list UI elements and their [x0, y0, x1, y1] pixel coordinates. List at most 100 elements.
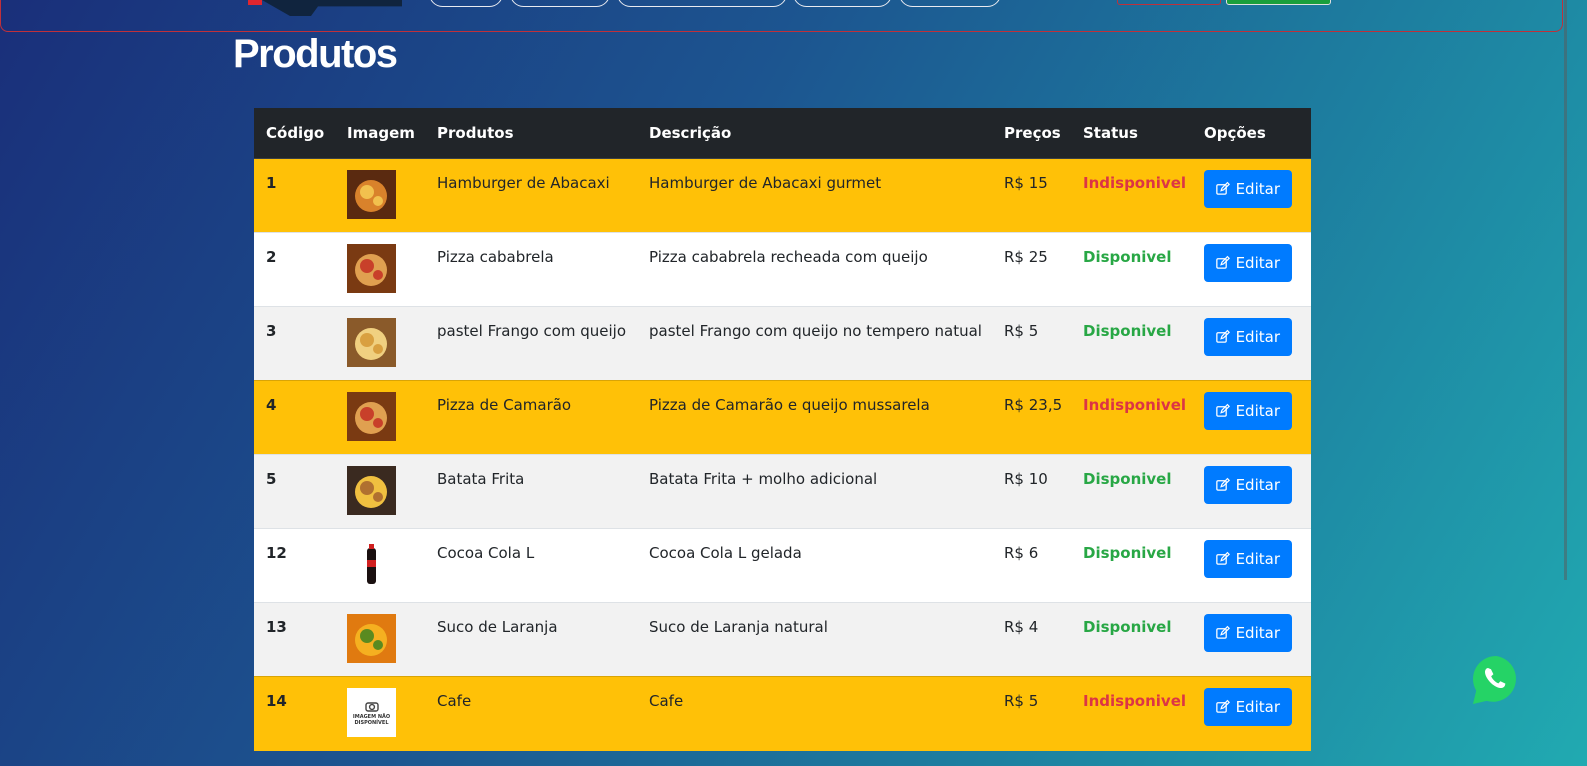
edit-button[interactable]: Editar — [1204, 688, 1292, 726]
cell-price: R$ 25 — [992, 232, 1071, 307]
cell-product: Batata Frita — [425, 454, 637, 529]
cell-status: Disponivel — [1071, 306, 1192, 381]
header-imagem: Imagem — [335, 108, 425, 159]
account-button[interactable] — [1226, 0, 1331, 5]
product-image — [347, 540, 425, 589]
cell-code: 4 — [254, 380, 335, 455]
table-row: 5 Batata Frita Batata Frita + molho adic… — [254, 454, 1311, 529]
cell-code: 3 — [254, 306, 335, 381]
product-image — [347, 392, 425, 441]
table-row: 14 IMAGEM NÃO DISPONÍVEL Cafe Cafe R$ 5 … — [254, 676, 1311, 751]
edit-button-label: Editar — [1235, 476, 1280, 494]
cell-code: 12 — [254, 528, 335, 603]
scrollbar[interactable] — [1564, 0, 1567, 580]
nav-button-5[interactable] — [899, 0, 1001, 7]
cell-options: Editar — [1192, 158, 1311, 233]
cell-description: Pizza de Camarão e queijo mussarela — [637, 380, 992, 455]
edit-icon — [1216, 329, 1230, 343]
cell-image — [335, 602, 425, 677]
edit-button[interactable]: Editar — [1204, 170, 1292, 208]
table-row: 12 Cocoa Cola L Cocoa Cola L gelada R$ 6… — [254, 528, 1311, 603]
cell-status: Indisponivel — [1071, 158, 1192, 233]
edit-button-label: Editar — [1235, 328, 1280, 346]
cell-price: R$ 23,5 — [992, 380, 1071, 455]
cell-status: Disponivel — [1071, 528, 1192, 603]
edit-button[interactable]: Editar — [1204, 244, 1292, 282]
cell-price: R$ 4 — [992, 602, 1071, 677]
nav-button-3[interactable] — [617, 0, 787, 7]
cell-image — [335, 158, 425, 233]
product-image — [347, 318, 425, 367]
cell-status: Indisponivel — [1071, 380, 1192, 455]
cell-image — [335, 306, 425, 381]
cell-status: Indisponivel — [1071, 676, 1192, 751]
product-image — [347, 466, 425, 515]
cell-image — [335, 232, 425, 307]
edit-icon — [1216, 403, 1230, 417]
cell-options: Editar — [1192, 306, 1311, 381]
edit-button-label: Editar — [1235, 624, 1280, 642]
edit-button[interactable]: Editar — [1204, 318, 1292, 356]
cell-description: Hamburger de Abacaxi gurmet — [637, 158, 992, 233]
cell-code: 5 — [254, 454, 335, 529]
table-row: 1 Hamburger de Abacaxi Hamburger de Abac… — [254, 158, 1311, 233]
cell-product: Cocoa Cola L — [425, 528, 637, 603]
cell-product: Pizza de Camarão — [425, 380, 637, 455]
cell-options: Editar — [1192, 602, 1311, 677]
product-image — [347, 244, 425, 293]
cell-options: Editar — [1192, 232, 1311, 307]
camera-icon — [364, 701, 379, 712]
product-image — [347, 170, 425, 219]
cell-description: Pizza cababrela recheada com queijo — [637, 232, 992, 307]
table-row: 4 Pizza de Camarão Pizza de Camarão e qu… — [254, 380, 1311, 455]
cell-price: R$ 5 — [992, 306, 1071, 381]
status-badge: Disponivel — [1083, 544, 1172, 562]
cell-price: R$ 5 — [992, 676, 1071, 751]
table-row: 2 Pizza cababrela Pizza cababrela rechea… — [254, 232, 1311, 307]
cell-product: Suco de Laranja — [425, 602, 637, 677]
edit-button[interactable]: Editar — [1204, 392, 1292, 430]
whatsapp-icon[interactable] — [1468, 652, 1524, 708]
status-badge: Indisponivel — [1083, 174, 1187, 192]
cell-description: Batata Frita + molho adicional — [637, 454, 992, 529]
header-codigo: Código — [254, 108, 335, 159]
cell-status: Disponivel — [1071, 602, 1192, 677]
cell-product: Cafe — [425, 676, 637, 751]
edit-button-label: Editar — [1235, 180, 1280, 198]
edit-icon — [1216, 625, 1230, 639]
status-badge: Disponivel — [1083, 248, 1172, 266]
table-row: 13 Suco de Laranja Suco de Laranja natur… — [254, 602, 1311, 677]
logo[interactable] — [248, 0, 262, 5]
edit-icon — [1216, 551, 1230, 565]
edit-button[interactable]: Editar — [1204, 540, 1292, 578]
product-image — [347, 614, 425, 663]
table-header-row: Código Imagem Produtos Descrição Preços … — [254, 108, 1311, 159]
logout-button[interactable] — [1117, 0, 1221, 5]
header-opcoes: Opções — [1192, 108, 1311, 159]
header-precos: Preços — [992, 108, 1071, 159]
cell-product: Pizza cababrela — [425, 232, 637, 307]
cell-price: R$ 15 — [992, 158, 1071, 233]
status-badge: Indisponivel — [1083, 396, 1187, 414]
cell-price: R$ 10 — [992, 454, 1071, 529]
cell-description: Suco de Laranja natural — [637, 602, 992, 677]
edit-icon — [1216, 181, 1230, 195]
edit-button[interactable]: Editar — [1204, 614, 1292, 652]
edit-icon — [1216, 699, 1230, 713]
nav-button-1[interactable] — [429, 0, 503, 7]
cell-price: R$ 6 — [992, 528, 1071, 603]
edit-button[interactable]: Editar — [1204, 466, 1292, 504]
cell-description: pastel Frango com queijo no tempero natu… — [637, 306, 992, 381]
cell-options: Editar — [1192, 454, 1311, 529]
cell-image — [335, 454, 425, 529]
cell-code: 1 — [254, 158, 335, 233]
nav-button-2[interactable] — [510, 0, 610, 7]
cell-image — [335, 380, 425, 455]
cell-options: Editar — [1192, 528, 1311, 603]
nav-button-4[interactable] — [793, 0, 892, 7]
cell-image: IMAGEM NÃO DISPONÍVEL — [335, 676, 425, 751]
placeholder-text-2: DISPONÍVEL — [354, 719, 389, 726]
edit-button-label: Editar — [1235, 254, 1280, 272]
cell-description: Cocoa Cola L gelada — [637, 528, 992, 603]
edit-button-label: Editar — [1235, 402, 1280, 420]
